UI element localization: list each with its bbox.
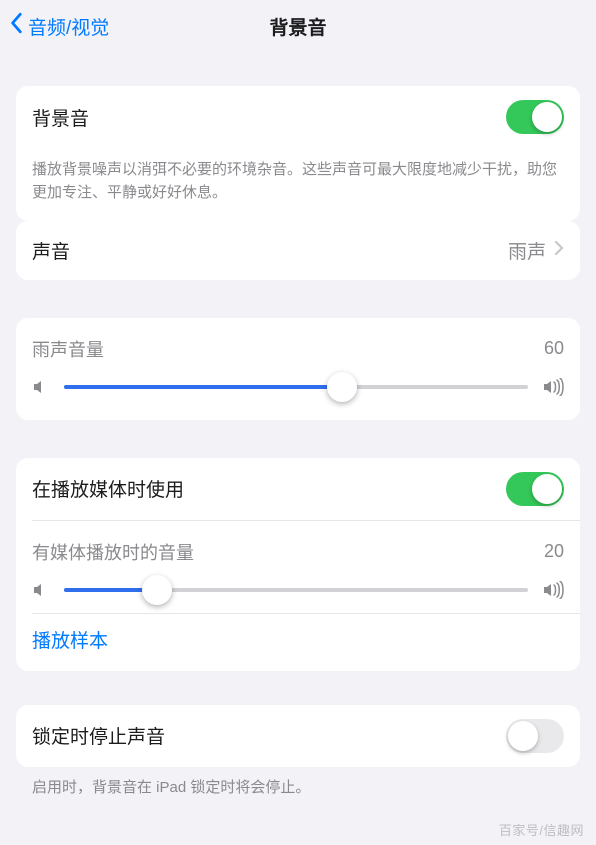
lock-toggle-row: 锁定时停止声音 <box>16 705 580 767</box>
lock-group: 锁定时停止声音 <box>16 705 580 767</box>
background-sound-group: 背景音 播放背景噪声以消弭不必要的环境杂音。这些声音可最大限度地减少干扰，助您更… <box>16 86 580 221</box>
speaker-low-icon <box>32 581 50 599</box>
page-title: 背景音 <box>269 13 326 40</box>
background-sound-toggle[interactable] <box>506 100 564 134</box>
background-sound-row: 背景音 <box>16 86 580 148</box>
chevron-left-icon <box>10 12 24 40</box>
media-toggle[interactable] <box>506 472 564 506</box>
volume-value: 60 <box>544 338 564 359</box>
speaker-high-icon <box>542 581 564 599</box>
speaker-low-icon <box>32 378 50 396</box>
sound-row[interactable]: 声音 雨声 <box>16 221 580 280</box>
sound-group: 声音 雨声 <box>16 221 580 280</box>
media-group: 在播放媒体时使用 有媒体播放时的音量 20 播放样本 <box>16 458 580 671</box>
media-volume-slider[interactable] <box>64 588 528 592</box>
media-volume-label: 有媒体播放时的音量 <box>32 539 194 565</box>
background-sound-description: 播放背景噪声以消弭不必要的环境杂音。这些声音可最大限度地减少干扰，助您更加专注、… <box>16 148 580 221</box>
sound-value: 雨声 <box>508 237 546 264</box>
back-label: 音频/视觉 <box>28 13 109 40</box>
lock-description: 启用时，背景音在 iPad 锁定时将会停止。 <box>16 767 580 799</box>
volume-label: 雨声音量 <box>32 336 104 362</box>
volume-slider[interactable] <box>64 385 528 389</box>
media-toggle-label: 在播放媒体时使用 <box>32 475 184 502</box>
back-button[interactable]: 音频/视觉 <box>10 12 109 40</box>
volume-group: 雨声音量 60 <box>16 318 580 420</box>
play-sample-button[interactable]: 播放样本 <box>16 614 580 671</box>
watermark: 百家号/信趣网 <box>499 820 584 839</box>
media-toggle-row: 在播放媒体时使用 <box>16 458 580 520</box>
lock-toggle-label: 锁定时停止声音 <box>32 722 165 749</box>
chevron-right-icon <box>554 240 564 261</box>
lock-toggle[interactable] <box>506 719 564 753</box>
sound-label: 声音 <box>32 237 70 264</box>
media-volume-value: 20 <box>544 541 564 562</box>
speaker-high-icon <box>542 378 564 396</box>
background-sound-label: 背景音 <box>32 104 89 131</box>
